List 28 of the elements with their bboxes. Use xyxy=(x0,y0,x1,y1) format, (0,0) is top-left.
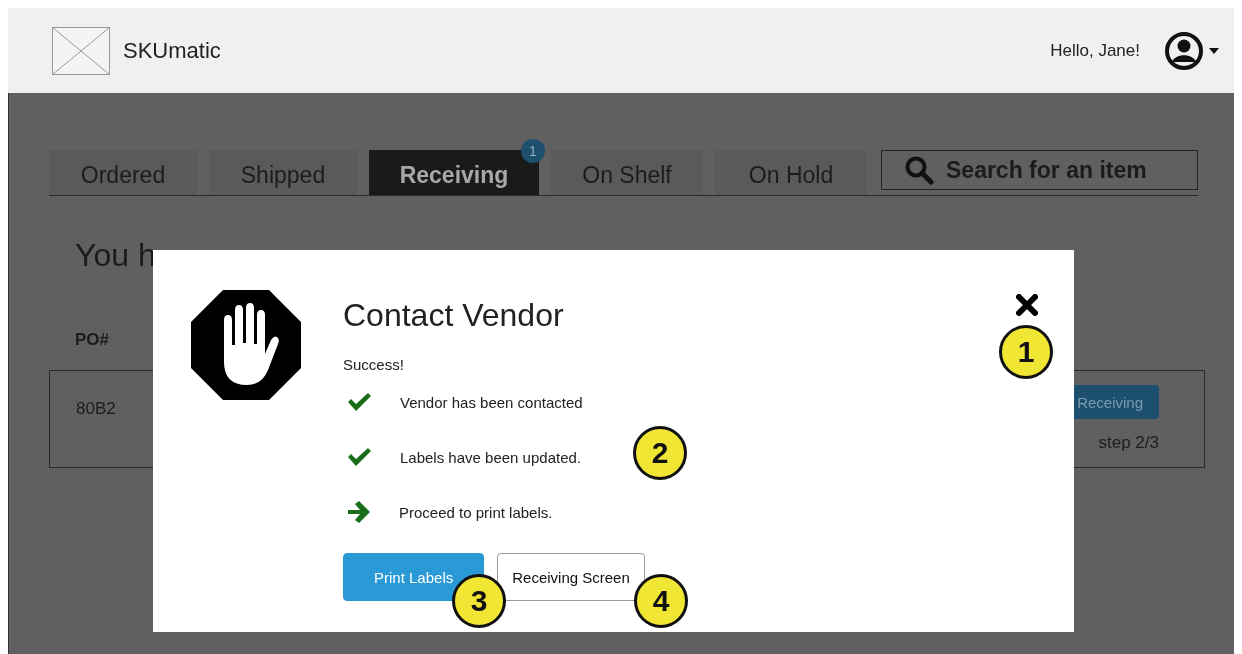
count-badge: 1 xyxy=(521,139,545,163)
tab[interactable]: Ordered xyxy=(49,150,197,195)
status-item-text: Proceed to print labels. xyxy=(399,503,553,521)
logo-placeholder-icon xyxy=(52,26,110,75)
close-icon[interactable] xyxy=(1016,294,1038,316)
arrow-right-icon xyxy=(347,500,371,524)
callout-tooltip: 3 xyxy=(452,574,506,628)
search-field[interactable]: Search for an item xyxy=(881,150,1198,190)
status-text: Success! xyxy=(343,355,405,375)
status-item-text: Vendor has been contacted xyxy=(400,393,583,411)
callout-tooltip: 4 xyxy=(634,574,688,628)
greeting-text: Hello, Jane! xyxy=(1050,40,1140,61)
tab[interactable]: On Hold xyxy=(715,150,867,195)
tab[interactable]: On Shelf xyxy=(551,150,703,195)
stop-hand-icon xyxy=(191,290,301,400)
check-icon xyxy=(347,392,372,412)
callout-tooltip: 2 xyxy=(633,426,687,480)
dialog-title: Contact Vendor xyxy=(343,296,565,335)
app-name: SKUmatic xyxy=(123,37,221,64)
tab[interactable]: Shipped xyxy=(209,150,357,195)
check-icon xyxy=(347,447,372,467)
table-cell: 80B2 xyxy=(76,399,116,419)
user-avatar-icon[interactable] xyxy=(1164,30,1220,71)
step-text: step 2/3 xyxy=(1098,433,1159,453)
callout-tooltip: 1 xyxy=(999,325,1053,379)
search-icon xyxy=(904,155,934,185)
status-item-text: Labels have been updated. xyxy=(400,448,581,466)
column-header: PO# xyxy=(74,330,111,350)
